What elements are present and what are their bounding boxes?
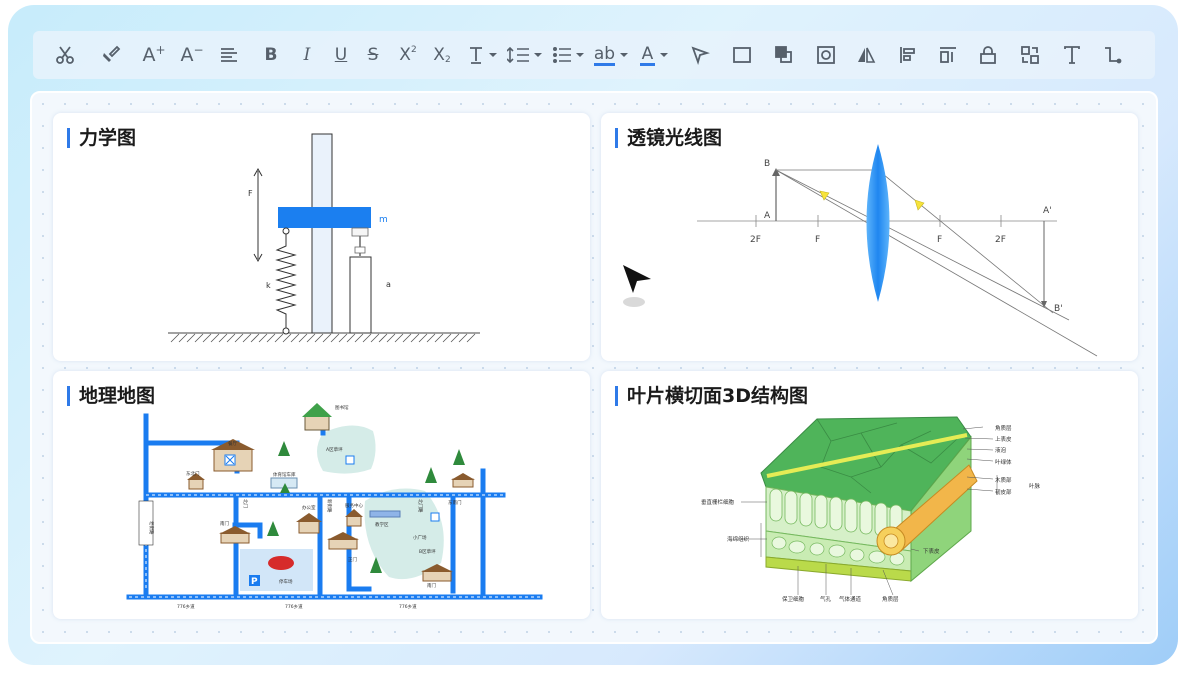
crop-icon[interactable]: [773, 41, 795, 69]
leaf-label-phloem: 韧皮部: [995, 488, 1012, 496]
lock-icon[interactable]: [977, 41, 999, 69]
replace-icon[interactable]: [1019, 41, 1041, 69]
map-label-xinjie: 新街路: [326, 499, 333, 513]
format-painter-icon[interactable]: [99, 41, 123, 69]
group-icon[interactable]: [815, 41, 837, 69]
increase-font-icon[interactable]: A +: [141, 41, 167, 69]
leaf-label-stoma: 气孔: [820, 595, 832, 603]
underline-icon[interactable]: U: [331, 41, 351, 69]
map-label-teach-area: 教学区: [375, 521, 389, 528]
rectangle-icon[interactable]: [731, 41, 753, 69]
map-label-north-main: 北门: [242, 499, 249, 508]
map-label-gate-south: 正门: [348, 556, 357, 563]
map-label-road1: 776乡道: [177, 603, 195, 610]
leaf-label-upper-epidermis: 上表皮: [995, 435, 1012, 443]
mouse-cursor-icon: [623, 265, 651, 307]
map-label-playground: 体育馆车库: [273, 471, 296, 478]
map-label-road2: 776乡道: [285, 603, 303, 610]
flip-icon[interactable]: [855, 41, 877, 69]
label-b: B: [764, 159, 770, 169]
map-label-road3: 776乡道: [399, 603, 417, 610]
leaf-label-vacuole: 液泡: [995, 446, 1007, 454]
map-label-nanmen: 南门: [427, 582, 436, 589]
superscript-icon[interactable]: X2: [395, 41, 421, 69]
map-label-parking: 停车场: [279, 578, 293, 585]
map-label-office: 办公室: [302, 504, 316, 511]
svg-text:P: P: [251, 577, 258, 587]
label-f-right: F: [937, 235, 942, 245]
leaf-label-lower-epidermis: 下表皮: [923, 547, 940, 555]
align-left-icon[interactable]: [897, 41, 919, 69]
leaf-label-cuticle-top: 角质层: [995, 424, 1012, 432]
leaf-label-guard: 保卫细胞: [782, 595, 805, 603]
subscript-icon[interactable]: X2: [429, 41, 455, 69]
cut-icon[interactable]: [53, 41, 77, 69]
map-label-east-gate: 东北门: [186, 470, 200, 477]
map-label-old-street: 老街路: [148, 521, 155, 535]
map-label-south-square: 小广场: [413, 534, 427, 541]
card-leaf[interactable]: 叶片横切面3D结构图 角质层 上表皮 液泡 叶绿体 木质部 韧皮部 叶脉 垂直栅…: [601, 371, 1138, 619]
label-a: a: [386, 280, 391, 289]
label-m: m: [379, 215, 388, 225]
toolbar: A + A − B I U S X2 X2 ab A: [33, 31, 1155, 79]
text-underline-color-icon[interactable]: ab: [593, 41, 631, 69]
label-f: F: [248, 189, 253, 198]
distribute-icon[interactable]: [937, 41, 959, 69]
strikethrough-icon[interactable]: S: [363, 41, 383, 69]
leaf-label-spongy: 海绵组织: [727, 535, 750, 543]
map-label-dining: 餐厅: [228, 440, 237, 447]
label-f-left: F: [815, 235, 820, 245]
leaf-label-cuticle-bottom: 角质层: [882, 595, 899, 603]
label-2f-right: 2F: [995, 235, 1006, 245]
leaf-label-xylem: 木质部: [995, 476, 1012, 484]
label-a: A: [764, 211, 771, 221]
map-label-north-lane: 北门路: [417, 499, 424, 513]
map-label-b-area: B区草坪: [419, 548, 436, 555]
map-label-east-n: 东南门: [448, 499, 462, 506]
leaf-label-palisade: 垂直栅栏细胞: [701, 498, 735, 506]
bold-icon[interactable]: B: [261, 41, 281, 69]
leaf-label-air-channel: 气体通道: [839, 595, 862, 603]
leaf-label-vein: 叶脉: [1029, 482, 1041, 490]
text-size-icon[interactable]: [467, 41, 501, 69]
leaf-diagram: 角质层 上表皮 液泡 叶绿体 木质部 韧皮部 叶脉 垂直栅栏细胞 海绵组织 下表…: [701, 416, 1041, 603]
label-a-prime: A': [1043, 206, 1052, 216]
label-b-prime: B': [1054, 304, 1063, 314]
italic-icon[interactable]: I: [297, 41, 317, 69]
map-label-service: 服务中心: [345, 502, 363, 509]
leaf-label-chloroplast: 叶绿体: [995, 458, 1012, 466]
list-icon[interactable]: [553, 41, 587, 69]
mechanics-diagram: F m k a: [168, 133, 480, 343]
card-map[interactable]: 地理地图 P 餐厅 东北门 体育馆车库 A区草坪 图书馆 办公室 服务中心 教学…: [53, 371, 590, 619]
align-icon[interactable]: [219, 41, 239, 69]
map-label-park: A区草坪: [326, 446, 343, 453]
map-label-nanmen2: 南门: [220, 520, 229, 527]
select-pointer-icon[interactable]: [689, 41, 711, 69]
font-color-icon[interactable]: A: [637, 41, 673, 69]
map-diagram: P 餐厅 东北门 体育馆车库 A区草坪 图书馆 办公室 服务中心 教学区 小广场…: [126, 403, 543, 610]
decrease-font-icon[interactable]: A −: [179, 41, 205, 69]
map-label-library: 图书馆: [335, 404, 349, 411]
label-2f-left: 2F: [750, 235, 761, 245]
card-lens[interactable]: 透镜光线图 B A 2F F F 2F A' B': [601, 113, 1138, 361]
label-k: k: [266, 281, 271, 290]
text-tool-icon[interactable]: [1061, 41, 1083, 69]
card-mechanics[interactable]: 力学图 F m k a: [53, 113, 590, 361]
lens-diagram: B A 2F F F 2F A' B': [697, 144, 1098, 357]
connector-icon[interactable]: [1101, 41, 1123, 69]
line-spacing-icon[interactable]: [507, 41, 545, 69]
